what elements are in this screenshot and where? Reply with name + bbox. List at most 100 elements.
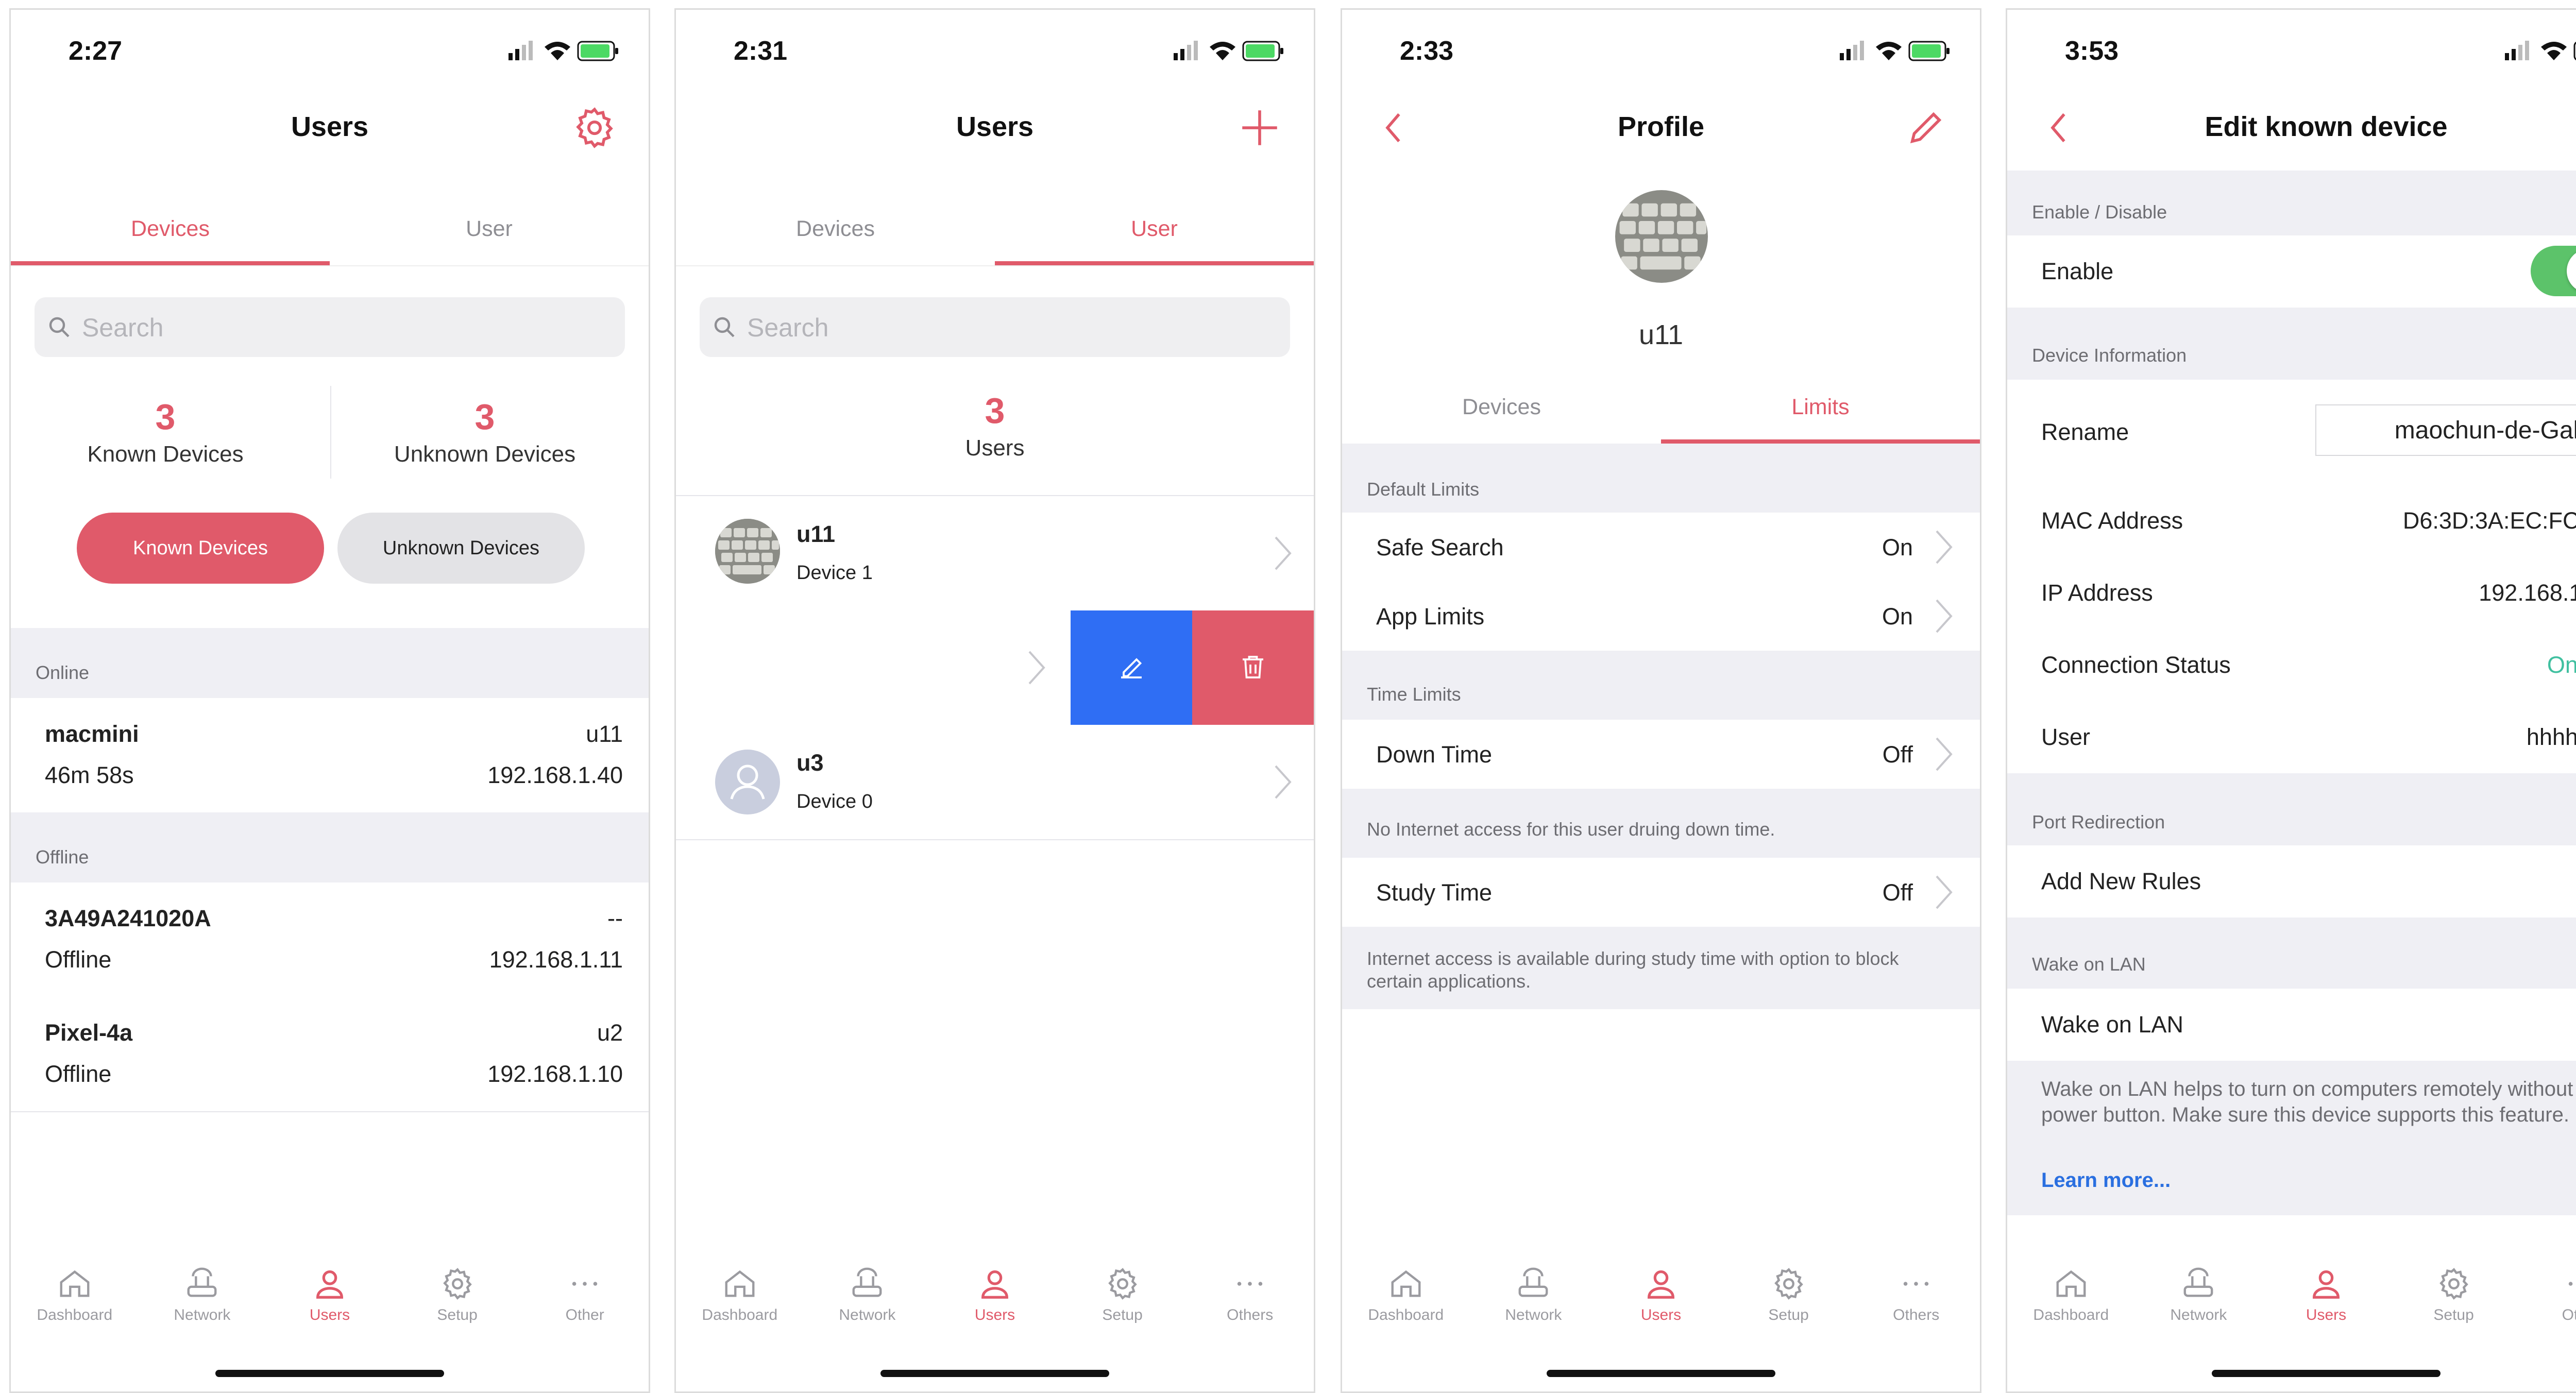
delete-user-button[interactable] (1192, 610, 1314, 725)
rename-input[interactable] (2315, 404, 2576, 456)
users-label: Users (965, 435, 1025, 461)
status-icons (1174, 41, 1283, 61)
search-input[interactable] (81, 297, 547, 358)
nav-network[interactable]: Network (139, 1246, 266, 1329)
nav-users[interactable]: Users (931, 1246, 1059, 1329)
row-label: Connection Status (2041, 652, 2231, 678)
safe-search-row[interactable]: Safe Search On (1342, 513, 1980, 583)
app-limits-row[interactable]: App Limits On (1342, 582, 1980, 652)
page-title: Users (291, 111, 369, 142)
nav-label: Network (2170, 1306, 2227, 1323)
nav-others[interactable]: Others (1852, 1246, 1980, 1329)
nav-setup[interactable]: Setup (1059, 1246, 1187, 1329)
search-input[interactable] (746, 297, 1212, 358)
section-label: Device Information (2032, 345, 2187, 366)
gear-icon (443, 1268, 472, 1300)
study-time-row[interactable]: Study Time Off (1342, 858, 1980, 928)
tab-user[interactable]: User (330, 200, 649, 265)
learn-more-link[interactable]: Learn more... (2041, 1169, 2171, 1192)
home-indicator (1547, 1370, 1775, 1377)
online-section-header: Online (11, 628, 649, 698)
offline-label: Offline (36, 846, 89, 868)
device-row[interactable]: 3A49A241020A -- Offline 192.168.1.11 (11, 882, 649, 998)
nav-dashboard[interactable]: Dashboard (11, 1246, 139, 1329)
tab-limits[interactable]: Limits (1661, 379, 1980, 444)
row-label: App Limits (1376, 603, 1485, 630)
bottom-tab-bar: Dashboard Network Users Setup Other (2007, 1246, 2576, 1349)
user-row[interactable]: u3 Device 0 (676, 725, 1314, 840)
nav-other[interactable]: Other (2517, 1246, 2576, 1329)
mac-row: MAC Address D6:3D:3A:EC:FC:A1 (2007, 485, 2576, 558)
rename-row: Rename (2007, 380, 2576, 486)
nav-users[interactable]: Users (2262, 1246, 2390, 1329)
enable-toggle[interactable] (2531, 246, 2576, 296)
nav-label: Dashboard (37, 1306, 113, 1323)
wake-on-lan-row[interactable]: Wake on LAN (2007, 989, 2576, 1062)
bottom-tab-bar: Dashboard Network Users Setup Other (11, 1246, 649, 1349)
nav-label: Setup (437, 1306, 478, 1323)
nav-label: Users (974, 1306, 1015, 1323)
add-new-rules-row[interactable]: Add New Rules (2007, 845, 2576, 919)
row-value: Off (1882, 741, 1913, 768)
save-button[interactable] (2568, 105, 2576, 151)
down-time-row[interactable]: Down Time Off (1342, 720, 1980, 790)
chevron-right-icon (1936, 875, 1953, 909)
user-icon (1648, 1270, 1674, 1299)
unknown-devices-button[interactable]: Unknown Devices (337, 513, 585, 584)
nav-setup[interactable]: Setup (394, 1246, 521, 1329)
page-title: Edit known device (2205, 111, 2448, 142)
device-status: 46m 58s (45, 762, 134, 788)
nav-label: Users (1640, 1306, 1682, 1323)
user-row[interactable]: u11 Device 1 (676, 496, 1314, 611)
edit-user-button[interactable] (1071, 610, 1192, 725)
search-icon (49, 317, 70, 337)
status-time: 2:31 (734, 36, 788, 66)
nav-others[interactable]: Others (1186, 1246, 1314, 1329)
user-name: u3 (796, 750, 824, 776)
known-label: Known Devices (87, 441, 244, 467)
users-count: 3 (985, 390, 1005, 431)
nav-setup[interactable]: Setup (2390, 1246, 2518, 1329)
ip-value: 192.168.1.19 (2479, 580, 2576, 606)
device-row[interactable]: macmini u11 46m 58s 192.168.1.40 (11, 698, 649, 813)
study-time-note-block: Internet access is available during stud… (1342, 927, 1980, 1009)
device-ip: 192.168.1.40 (487, 762, 623, 788)
mac-value: D6:3D:3A:EC:FC:A1 (2402, 507, 2576, 534)
nav-users[interactable]: Users (1597, 1246, 1725, 1329)
user-row-swiped[interactable] (676, 610, 1314, 726)
nav-network[interactable]: Network (1470, 1246, 1598, 1329)
device-ip: 192.168.1.10 (487, 1061, 623, 1087)
edit-profile-button[interactable] (1903, 105, 1949, 151)
add-user-button[interactable] (1236, 105, 1283, 151)
nav-dashboard[interactable]: Dashboard (2007, 1246, 2135, 1329)
tab-devices[interactable]: Devices (1342, 379, 1661, 444)
nav-label: Other (565, 1306, 604, 1323)
tab-devices[interactable]: Devices (676, 200, 995, 265)
nav-label: Setup (1102, 1306, 1143, 1323)
more-icon (2568, 1282, 2573, 1286)
status-time: 2:27 (69, 36, 123, 66)
enable-row: Enable (2007, 235, 2576, 309)
nav-users[interactable]: Users (266, 1246, 394, 1329)
nav-other[interactable]: Other (521, 1246, 649, 1329)
chevron-right-icon (1275, 765, 1292, 799)
device-name: 3A49A241020A (45, 905, 211, 931)
gear-icon (1774, 1268, 1803, 1300)
device-row[interactable]: Pixel-4a u2 Offline 192.168.1.10 (11, 997, 649, 1112)
screen-users-devices: 2:27 Users Devices User 3 Known Devices … (9, 8, 650, 1393)
row-label: Down Time (1376, 741, 1493, 768)
tab-user[interactable]: User (995, 200, 1314, 265)
unknown-count-block: 3 Unknown Devices (330, 396, 639, 467)
known-devices-button[interactable]: Known Devices (77, 513, 324, 584)
nav-network[interactable]: Network (2135, 1246, 2263, 1329)
nav-network[interactable]: Network (804, 1246, 931, 1329)
nav-setup[interactable]: Setup (1725, 1246, 1853, 1329)
nav-dashboard[interactable]: Dashboard (676, 1246, 804, 1329)
nav-dashboard[interactable]: Dashboard (1342, 1246, 1470, 1329)
gear-icon (576, 107, 613, 148)
segment-tabs: Devices User (11, 200, 649, 266)
device-user: u2 (597, 1020, 623, 1046)
tab-devices[interactable]: Devices (11, 200, 330, 265)
user-row[interactable]: User hhhh (2007, 701, 2576, 774)
settings-button[interactable] (571, 105, 618, 151)
